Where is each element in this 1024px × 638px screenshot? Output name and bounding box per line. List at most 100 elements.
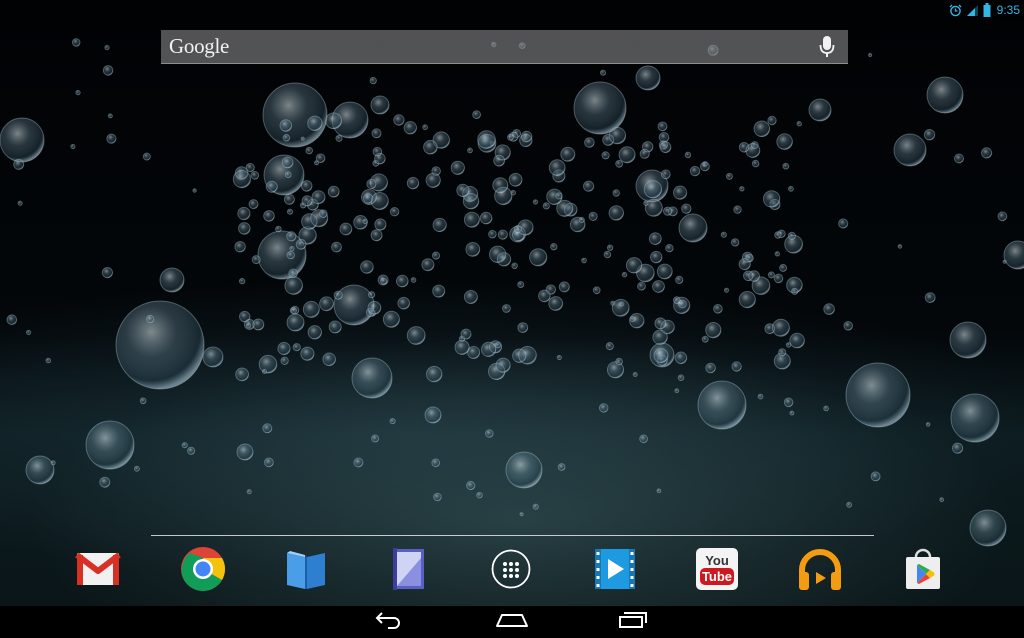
bubble — [701, 335, 709, 343]
bubble — [656, 263, 673, 280]
bubble — [238, 277, 246, 285]
bubble — [396, 274, 409, 288]
bubble — [237, 206, 251, 221]
bubble — [606, 244, 614, 251]
bubble — [0, 117, 45, 163]
home-button[interactable] — [487, 610, 537, 634]
bubble — [723, 287, 730, 293]
bubble — [257, 230, 307, 280]
bubble — [558, 281, 570, 293]
bubble — [584, 137, 595, 148]
bubble — [333, 290, 343, 300]
home-icon[interactable] — [495, 612, 529, 632]
bubble — [246, 489, 252, 495]
bubble — [476, 491, 483, 499]
play-store-app[interactable] — [898, 546, 948, 596]
play-movies-icon[interactable] — [593, 547, 637, 595]
bubble — [700, 161, 710, 172]
back-arrow-icon[interactable] — [374, 611, 404, 633]
google-search-bar[interactable]: Google — [161, 30, 848, 64]
gmail-app[interactable] — [73, 546, 123, 596]
bubble — [393, 114, 405, 126]
bubble — [331, 241, 342, 253]
headphones-icon[interactable] — [796, 546, 844, 596]
bubble — [322, 352, 337, 367]
bubble — [950, 393, 1000, 443]
bubble — [925, 422, 931, 427]
bubble — [845, 362, 911, 428]
bubble — [142, 152, 151, 161]
back-button[interactable] — [364, 610, 414, 634]
bubble — [248, 199, 259, 210]
bubble — [146, 314, 155, 324]
alarm-icon — [949, 4, 962, 17]
bubble — [371, 434, 380, 443]
bubble — [573, 81, 627, 135]
bubble — [454, 339, 470, 355]
bubble — [697, 380, 747, 430]
play-books-app[interactable] — [281, 546, 331, 596]
chrome-icon[interactable] — [180, 546, 226, 596]
chrome-app[interactable] — [178, 546, 228, 596]
youtube-app[interactable]: You Tube — [692, 546, 742, 596]
bubble — [823, 303, 835, 315]
bubble — [548, 159, 566, 177]
bubble — [495, 357, 511, 373]
bubble — [581, 257, 587, 264]
bubble — [518, 346, 537, 365]
bubble — [791, 287, 799, 295]
bubble — [71, 38, 81, 47]
bubble — [517, 281, 525, 288]
bubble — [104, 44, 110, 51]
bubble — [517, 322, 529, 334]
bubble — [555, 192, 563, 200]
play-magazines-icon[interactable] — [388, 546, 430, 596]
bubble — [305, 146, 314, 155]
bubble — [520, 130, 533, 143]
bubble — [319, 209, 328, 218]
play-magazines-app[interactable] — [384, 546, 434, 596]
bubble — [431, 458, 441, 468]
microphone-icon[interactable] — [814, 32, 840, 62]
bubble — [262, 369, 267, 374]
all-apps-button[interactable] — [486, 546, 536, 596]
bubble — [262, 82, 328, 148]
bubble — [13, 158, 25, 170]
bubble — [423, 139, 438, 155]
bubble — [328, 320, 342, 334]
bubble — [279, 119, 293, 132]
youtube-icon[interactable]: You Tube — [695, 547, 739, 595]
bubble — [784, 234, 803, 254]
bubble — [421, 258, 435, 272]
bubble — [556, 354, 562, 361]
bubble — [538, 289, 551, 303]
bubble — [507, 133, 514, 141]
play-store-icon[interactable] — [901, 547, 945, 595]
bubble — [738, 258, 751, 271]
bubble — [1002, 259, 1007, 264]
status-icons: 9:35 — [938, 0, 1024, 20]
play-books-icon[interactable] — [284, 547, 328, 595]
bubble — [17, 200, 23, 206]
recent-apps-icon[interactable] — [618, 611, 648, 633]
app-drawer-icon[interactable] — [490, 548, 532, 594]
bubble — [738, 291, 756, 309]
bubble — [353, 457, 364, 468]
bubble — [773, 273, 784, 284]
bubble — [774, 251, 780, 257]
bubble — [139, 397, 147, 405]
bubble — [463, 290, 478, 304]
bubble — [286, 231, 297, 242]
bubble — [660, 169, 671, 180]
play-movies-app[interactable] — [590, 546, 640, 596]
bubble — [374, 152, 386, 165]
bubble — [748, 270, 760, 282]
gmail-icon[interactable] — [75, 549, 121, 593]
bubble — [25, 455, 55, 485]
bubble — [548, 296, 564, 311]
bubble — [370, 229, 383, 242]
play-music-app[interactable] — [795, 546, 845, 596]
bubble — [284, 276, 304, 295]
recents-button[interactable] — [608, 610, 658, 634]
search-label[interactable]: Google — [169, 34, 814, 59]
